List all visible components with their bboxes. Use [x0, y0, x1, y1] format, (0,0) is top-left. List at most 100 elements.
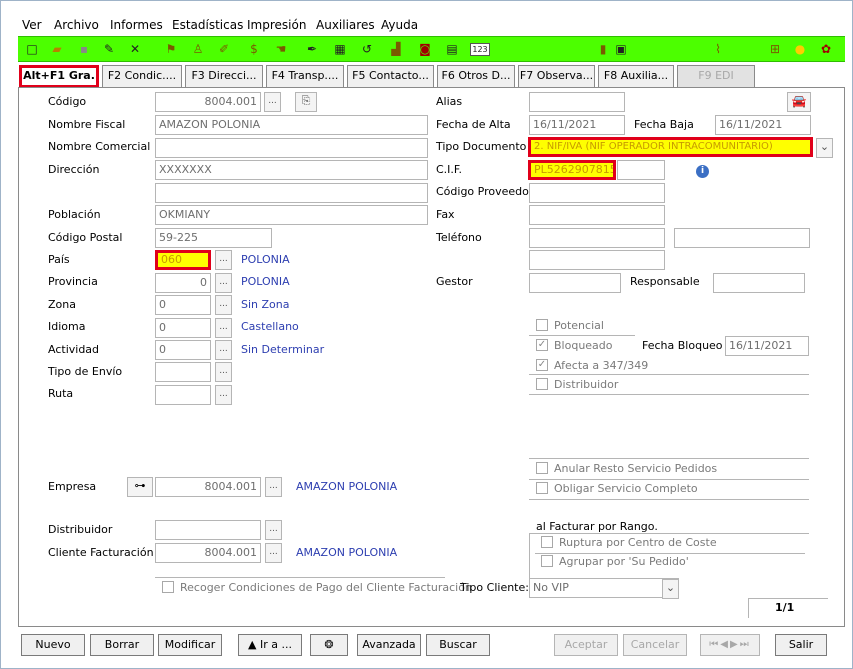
prev-icon[interactable]: ◀ — [720, 639, 730, 650]
tipo-documento-chevron-down-icon[interactable]: ⌄ — [816, 138, 833, 158]
search-person-icon[interactable]: ❂ — [310, 634, 348, 656]
numbers-icon[interactable]: 123 — [470, 43, 490, 56]
codigo-lookup-button[interactable]: ... — [264, 92, 281, 112]
empresa-field[interactable]: 8004.001 — [155, 477, 261, 497]
codigo-postal-field[interactable]: 59-225 — [155, 228, 272, 248]
potencial-checkbox[interactable]: Potencial — [536, 317, 604, 335]
tipo-envio-field[interactable] — [155, 362, 211, 382]
tab-condiciones[interactable]: F2 Condic.... — [102, 65, 182, 87]
fecha-baja-field[interactable]: 16/11/2021 — [715, 115, 811, 135]
afecta-347-checkbox[interactable]: ✓ Afecta a 347/349 — [536, 357, 648, 375]
info-icon[interactable]: i — [696, 165, 709, 178]
empresa-lookup-button[interactable]: ... — [265, 477, 282, 497]
actividad-field[interactable]: 0 — [155, 340, 211, 360]
anular-resto-checkbox[interactable]: Anular Resto Servicio Pedidos — [536, 460, 717, 478]
last-icon[interactable]: ⏭ — [740, 639, 751, 650]
cif-extra-field[interactable] — [617, 160, 665, 180]
filter-icon[interactable]: ⚑ — [163, 41, 179, 58]
menu-informes[interactable]: Informes — [110, 17, 163, 33]
avanzada-button[interactable]: Avanzada — [357, 634, 421, 656]
telefono-field[interactable] — [529, 228, 665, 248]
tab-general[interactable]: Alt+F1 Gra. — [19, 65, 99, 88]
refresh-icon[interactable]: ↺ — [359, 41, 375, 58]
tab-contactos[interactable]: F5 Contacto... — [347, 65, 434, 87]
ruta-lookup-button[interactable]: ... — [215, 385, 232, 405]
borrar-button[interactable]: Borrar — [90, 634, 154, 656]
bloqueado-checkbox[interactable]: ✓ Bloqueado — [536, 337, 613, 355]
tab-otros-datos[interactable]: F6 Otros D... — [437, 65, 515, 87]
tipo-cliente-select[interactable]: No VIP — [529, 578, 679, 598]
obligar-servicio-checkbox[interactable]: Obligar Servicio Completo — [536, 480, 698, 498]
menu-auxiliares[interactable]: Auxiliares — [316, 17, 375, 33]
next-icon[interactable]: ▶ — [730, 639, 740, 650]
menu-estadisticas[interactable]: Estadísticas — [172, 17, 243, 33]
calculator-icon[interactable]: ▤ — [444, 41, 460, 58]
distribuidor-checkbox[interactable]: Distribuidor — [536, 376, 618, 394]
recoger-condiciones-checkbox[interactable]: Recoger Condiciones de Pago del Cliente … — [162, 579, 472, 597]
nuevo-button[interactable]: Nuevo — [21, 634, 85, 656]
zona-field[interactable]: 0 — [155, 295, 211, 315]
car-icon[interactable]: 🚘 — [787, 92, 811, 112]
ruta-field[interactable] — [155, 385, 211, 405]
nombre-fiscal-field[interactable]: AMAZON POLONIA — [155, 115, 428, 135]
copy-icon[interactable]: ⎘ — [295, 92, 317, 112]
tab-observaciones[interactable]: F7 Observa... — [518, 65, 595, 87]
tipo-documento-select[interactable]: 2. NIF/IVA (NIF OPERADOR INTRACOMUNITARI… — [528, 137, 813, 157]
menu-impresion[interactable]: Impresión — [247, 17, 306, 33]
tab-auxiliares[interactable]: F8 Auxilia... — [598, 65, 674, 87]
pais-lookup-button[interactable]: ... — [215, 250, 232, 270]
zona-lookup-button[interactable]: ... — [215, 295, 232, 315]
nombre-comercial-field[interactable] — [155, 138, 428, 158]
chart-icon[interactable]: ▟ — [388, 41, 404, 58]
telefono3-field[interactable] — [529, 250, 665, 270]
bulb-icon[interactable]: ● — [792, 41, 808, 58]
cliente-facturacion-lookup-button[interactable]: ... — [265, 543, 282, 563]
fecha-bloqueo-field[interactable]: 16/11/2021 — [725, 336, 809, 356]
tab-transportes[interactable]: F4 Transp.... — [266, 65, 344, 87]
responsable-field[interactable] — [713, 273, 805, 293]
open-folder-icon[interactable]: ▰ — [49, 41, 65, 58]
provincia-lookup-button[interactable]: ... — [215, 273, 232, 293]
agrupar-checkbox[interactable]: Agrupar por 'Su Pedido' — [541, 553, 689, 571]
buscar-button[interactable]: Buscar — [426, 634, 490, 656]
distribuidor-field[interactable] — [155, 520, 261, 540]
record-navigator[interactable]: ⏮◀▶⏭ — [700, 634, 760, 656]
document-icon[interactable]: ▣ — [613, 41, 629, 58]
menu-ver[interactable]: Ver — [22, 17, 42, 33]
edit-icon[interactable]: ✎ — [101, 41, 117, 58]
idioma-field[interactable]: 0 — [155, 318, 211, 338]
telefono2-field[interactable] — [674, 228, 810, 248]
people-icon[interactable]: ♙ — [190, 41, 206, 58]
new-file-icon[interactable]: □ — [24, 41, 40, 58]
codigo-field[interactable]: 8004.001 — [155, 92, 261, 112]
cliente-facturacion-field[interactable]: 8004.001 — [155, 543, 261, 563]
cif-field[interactable]: PL5262907815 — [528, 160, 616, 180]
org-chart-icon[interactable]: ⊶ — [127, 477, 153, 497]
tipo-cliente-chevron-down-icon[interactable]: ⌄ — [662, 579, 679, 599]
paperclip-icon[interactable]: ⌇ — [710, 41, 726, 58]
pen-icon[interactable]: ✒ — [304, 41, 320, 58]
gestor-field[interactable] — [529, 273, 621, 293]
direccion-field[interactable]: XXXXXXX — [155, 160, 428, 180]
money-icon[interactable]: $ — [246, 41, 262, 58]
hand-icon[interactable]: ☚ — [273, 41, 289, 58]
delete-icon[interactable]: ✕ — [127, 41, 143, 58]
tipo-envio-lookup-button[interactable]: ... — [215, 362, 232, 382]
table-icon[interactable]: ▦ — [332, 41, 348, 58]
tab-direcciones[interactable]: F3 Direcci... — [185, 65, 263, 87]
tree-icon[interactable]: ⊞ — [767, 41, 783, 58]
menu-archivo[interactable]: Archivo — [54, 17, 99, 33]
salir-button[interactable]: Salir — [775, 634, 827, 656]
save-icon[interactable]: ▪ — [76, 41, 92, 58]
modificar-button[interactable]: Modificar — [158, 634, 222, 656]
direccion2-field[interactable] — [155, 183, 428, 203]
fecha-alta-field[interactable]: 16/11/2021 — [529, 115, 625, 135]
idioma-lookup-button[interactable]: ... — [215, 318, 232, 338]
bottle-icon[interactable]: ▮ — [595, 41, 611, 58]
briefcase-icon[interactable]: ◙ — [417, 41, 433, 58]
first-icon[interactable]: ⏮ — [709, 639, 720, 650]
ruptura-checkbox[interactable]: Ruptura por Centro de Coste — [541, 534, 717, 552]
poblacion-field[interactable]: OKMIANY — [155, 205, 428, 225]
distribuidor-lookup-button[interactable]: ... — [265, 520, 282, 540]
tools-icon[interactable]: ✿ — [818, 41, 834, 58]
